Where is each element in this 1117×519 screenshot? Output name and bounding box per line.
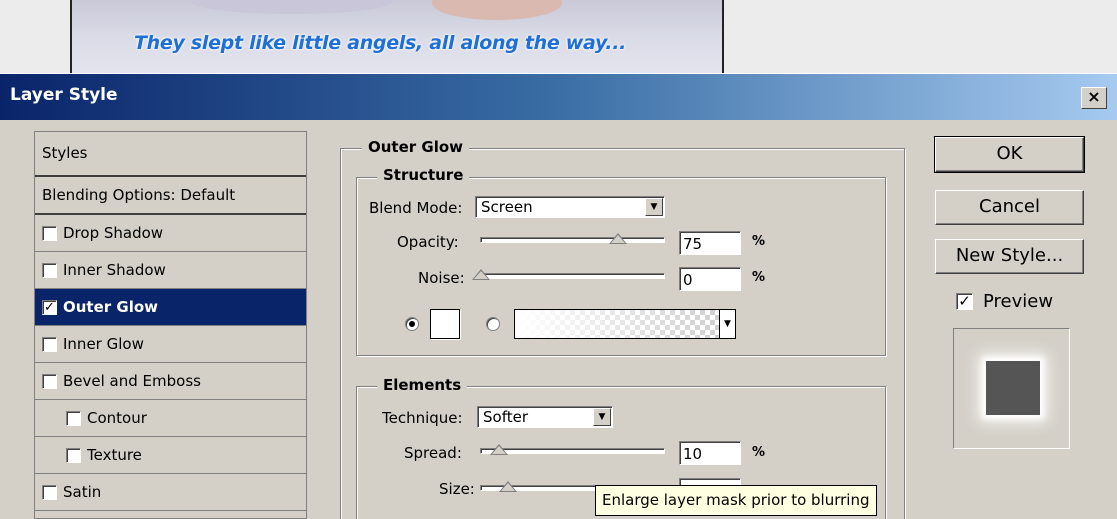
- style-item-satin[interactable]: Satin: [35, 474, 306, 511]
- blend-mode-label: Blend Mode:: [369, 199, 463, 217]
- new-style-button-label: New Style...: [955, 245, 1064, 266]
- noise-slider-thumb[interactable]: [472, 269, 490, 280]
- style-preview: [953, 328, 1070, 449]
- styles-list: Styles Blending Options: Default Drop Sh…: [34, 131, 307, 519]
- size-label: Size:: [439, 480, 475, 498]
- blend-mode-value: Screen: [481, 198, 533, 216]
- blending-options-item[interactable]: Blending Options: Default: [35, 177, 306, 215]
- spread-label: Spread:: [404, 444, 462, 462]
- style-item-label: Outer Glow: [63, 298, 159, 316]
- ok-button-label: OK: [996, 143, 1023, 164]
- technique-value: Softer: [483, 408, 528, 426]
- style-item-contour[interactable]: Contour: [35, 400, 306, 437]
- style-item-bevel-and-emboss[interactable]: Bevel and Emboss: [35, 363, 306, 400]
- document-canvas: They slept like little angels, all along…: [0, 0, 1117, 73]
- style-item-label: Drop Shadow: [63, 224, 164, 242]
- noise-input[interactable]: 0: [679, 267, 741, 291]
- spread-value: 10: [683, 445, 703, 463]
- tooltip: Enlarge layer mask prior to blurring: [595, 485, 877, 516]
- noise-slider[interactable]: [472, 269, 665, 280]
- dialog-title: Layer Style: [10, 85, 118, 105]
- styles-header-label: Styles: [42, 144, 88, 162]
- style-item-label: Inner Shadow: [63, 261, 166, 279]
- opacity-unit: %: [752, 234, 766, 249]
- glow-color-swatch[interactable]: [430, 309, 460, 339]
- glow-gradient-radio[interactable]: [486, 317, 500, 331]
- style-item-inner-glow[interactable]: Inner Glow: [35, 326, 306, 363]
- preview-checkbox[interactable]: ✓: [956, 293, 973, 310]
- checkbox-icon[interactable]: [42, 484, 57, 500]
- checkbox-icon[interactable]: [42, 373, 57, 389]
- opacity-input[interactable]: 75: [679, 231, 741, 255]
- preview-swatch: [986, 361, 1040, 415]
- checkbox-icon[interactable]: [66, 447, 81, 463]
- canvas-image: They slept like little angels, all along…: [70, 0, 724, 73]
- canvas-photo-region-hands: [432, 0, 562, 20]
- blend-mode-select[interactable]: Screen ▼: [475, 196, 665, 218]
- close-button[interactable]: ×: [1081, 87, 1107, 109]
- chevron-down-icon: ▼: [593, 408, 611, 426]
- canvas-caption: They slept like little angels, all along…: [134, 32, 627, 54]
- checkbox-icon[interactable]: [66, 410, 81, 426]
- dialog-title-bar[interactable]: Layer Style ×: [0, 74, 1117, 120]
- glow-gradient-picker[interactable]: ▼: [514, 309, 736, 339]
- checkbox-icon[interactable]: ✓: [42, 299, 57, 315]
- noise-unit: %: [752, 270, 766, 285]
- chevron-down-icon[interactable]: ▼: [719, 310, 735, 338]
- technique-label: Technique:: [382, 409, 463, 427]
- styles-header[interactable]: Styles: [35, 132, 306, 177]
- checkbox-icon[interactable]: [42, 225, 57, 241]
- checkbox-icon[interactable]: [42, 262, 57, 278]
- noise-value: 0: [683, 271, 693, 289]
- style-item-label: Contour: [87, 409, 147, 427]
- opacity-label: Opacity:: [397, 233, 459, 251]
- glow-color-radio[interactable]: [405, 317, 419, 331]
- close-icon: ×: [1087, 87, 1101, 106]
- spread-unit: %: [752, 445, 766, 460]
- noise-label: Noise:: [418, 269, 465, 287]
- style-item-label: Inner Glow: [63, 335, 144, 353]
- style-item-label: Satin: [63, 483, 102, 501]
- opacity-value: 75: [683, 235, 703, 253]
- structure-title: Structure: [377, 166, 470, 184]
- chevron-down-icon: ▼: [645, 198, 663, 216]
- preview-checkbox-row[interactable]: ✓ Preview: [956, 291, 1053, 312]
- style-item-drop-shadow[interactable]: Drop Shadow: [35, 215, 306, 252]
- cancel-button-label: Cancel: [979, 196, 1040, 217]
- new-style-button[interactable]: New Style...: [935, 239, 1084, 274]
- style-item-label: Bevel and Emboss: [63, 372, 201, 390]
- cancel-button[interactable]: Cancel: [935, 190, 1084, 225]
- canvas-photo-region: [192, 0, 392, 14]
- spread-slider[interactable]: [480, 444, 665, 455]
- style-item-outer-glow[interactable]: ✓ Outer Glow: [35, 289, 306, 326]
- size-slider-thumb[interactable]: [499, 481, 518, 492]
- style-item-inner-shadow[interactable]: Inner Shadow: [35, 252, 306, 289]
- preview-label: Preview: [983, 291, 1054, 312]
- opacity-slider-thumb[interactable]: [609, 233, 628, 244]
- blending-options-label: Blending Options: Default: [42, 186, 236, 204]
- elements-title: Elements: [377, 376, 468, 394]
- ok-button[interactable]: OK: [934, 136, 1085, 173]
- technique-select[interactable]: Softer ▼: [477, 406, 613, 428]
- spread-input[interactable]: 10: [679, 441, 741, 465]
- spread-slider-thumb[interactable]: [490, 444, 509, 455]
- style-item-texture[interactable]: Texture: [35, 437, 306, 474]
- outer-glow-title: Outer Glow: [362, 138, 470, 156]
- checkbox-icon[interactable]: [42, 336, 57, 352]
- style-item-label: Texture: [87, 446, 142, 464]
- opacity-slider[interactable]: [480, 233, 665, 244]
